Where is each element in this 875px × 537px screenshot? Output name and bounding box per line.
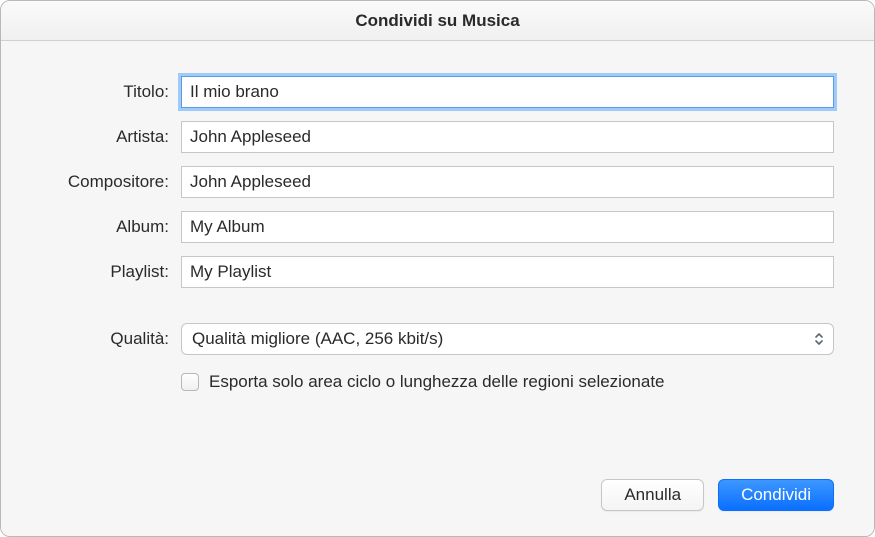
album-input[interactable] [181,211,834,243]
row-playlist: Playlist: [41,256,834,288]
row-title: Titolo: [41,76,834,108]
share-button[interactable]: Condividi [718,479,834,511]
title-input[interactable] [181,76,834,108]
quality-select[interactable]: Qualità migliore (AAC, 256 kbit/s) [181,323,834,355]
share-to-music-dialog: Condividi su Musica Titolo: Artista: Com… [0,0,875,537]
row-export-option: Esporta solo area ciclo o lunghezza dell… [181,372,834,392]
dialog-title: Condividi su Musica [355,11,519,31]
export-checkbox-label: Esporta solo area ciclo o lunghezza dell… [209,372,665,392]
quality-label: Qualità: [41,329,181,349]
title-label: Titolo: [41,82,181,102]
artist-input[interactable] [181,121,834,153]
cancel-button[interactable]: Annulla [601,479,704,511]
row-quality: Qualità: Qualità migliore (AAC, 256 kbit… [41,323,834,355]
artist-label: Artista: [41,127,181,147]
row-composer: Compositore: [41,166,834,198]
titlebar: Condividi su Musica [1,1,874,41]
playlist-input[interactable] [181,256,834,288]
album-label: Album: [41,217,181,237]
composer-label: Compositore: [41,172,181,192]
composer-input[interactable] [181,166,834,198]
button-row: Annulla Condividi [41,449,834,511]
export-checkbox[interactable] [181,373,199,391]
select-arrows-icon [808,327,830,351]
row-artist: Artista: [41,121,834,153]
dialog-content: Titolo: Artista: Compositore: Album: Pla… [1,41,874,536]
playlist-label: Playlist: [41,262,181,282]
row-album: Album: [41,211,834,243]
quality-selected-value: Qualità migliore (AAC, 256 kbit/s) [192,329,443,349]
